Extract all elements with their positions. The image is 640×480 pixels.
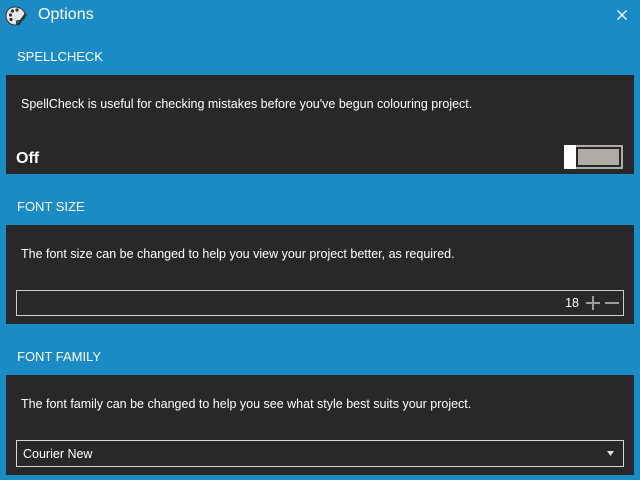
spellcheck-section: SPELLCHECK SpellCheck is useful for chec… bbox=[5, 36, 635, 175]
font-family-header-label: FONT FAMILY bbox=[17, 348, 102, 364]
palette-brush-icon bbox=[5, 6, 27, 26]
toggle-track bbox=[578, 149, 619, 165]
spellcheck-description: SpellCheck is useful for checking mistak… bbox=[21, 97, 473, 111]
font-size-header-label: FONT SIZE bbox=[17, 198, 85, 214]
font-size-header: FONT SIZE bbox=[6, 187, 634, 225]
font-size-value[interactable]: 18 bbox=[565, 296, 579, 310]
font-family-select[interactable]: Courier New bbox=[16, 440, 624, 467]
font-family-section: FONT FAMILY The font family can be chang… bbox=[5, 336, 635, 476]
spellcheck-header-label: SPELLCHECK bbox=[17, 48, 103, 64]
font-size-description: The font size can be changed to help you… bbox=[21, 247, 455, 261]
caret-down-icon[interactable] bbox=[607, 451, 614, 457]
font-family-description: The font family can be changed to help y… bbox=[21, 397, 472, 411]
spellcheck-header: SPELLCHECK bbox=[6, 37, 634, 75]
spellcheck-state-label: Off bbox=[16, 150, 40, 167]
font-family-header: FONT FAMILY bbox=[6, 337, 634, 375]
toggle-thumb[interactable] bbox=[564, 145, 576, 169]
title-bar: Options bbox=[0, 0, 640, 31]
window-title: Options bbox=[38, 6, 94, 23]
spellcheck-toggle[interactable] bbox=[564, 145, 623, 169]
close-icon[interactable] bbox=[612, 5, 632, 25]
font-size-section: FONT SIZE The font size can be changed t… bbox=[5, 186, 635, 325]
font-size-stepper[interactable]: 18 bbox=[16, 290, 624, 316]
plus-icon[interactable] bbox=[585, 294, 601, 312]
font-family-selected-value: Courier New bbox=[23, 447, 93, 461]
options-content: SPELLCHECK SpellCheck is useful for chec… bbox=[0, 31, 640, 480]
minus-icon[interactable] bbox=[604, 294, 620, 312]
